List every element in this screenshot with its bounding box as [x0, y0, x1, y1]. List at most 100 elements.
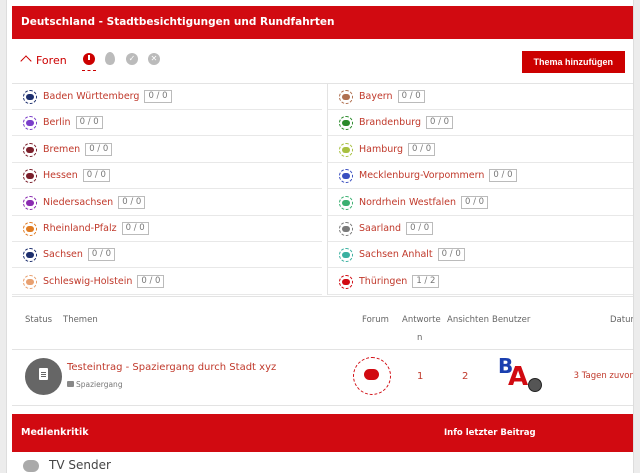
subforum-item[interactable]: Nordrhein Westfalen 0 / 0	[328, 190, 633, 216]
chat-icon	[23, 169, 37, 184]
subforum-name[interactable]: Bayern	[359, 91, 393, 102]
check-icon[interactable]: ✓	[126, 53, 138, 65]
subforum-name[interactable]: Brandenburg	[359, 117, 421, 128]
col-antworten-wrap: n	[417, 333, 423, 343]
document-icon	[39, 368, 48, 380]
topic-tag-label: Spaziergang	[76, 380, 123, 389]
subforum-name[interactable]: Sachsen	[43, 249, 83, 260]
chat-icon	[339, 116, 353, 131]
section-title: Medienkritik	[21, 427, 89, 438]
chat-icon	[339, 195, 353, 210]
subforum-count: 0 / 0	[144, 90, 172, 103]
subforum-name[interactable]: Baden Württemberg	[43, 91, 139, 102]
subforum-tv-label: TV Sender	[49, 458, 111, 472]
chevron-up-icon	[20, 55, 32, 67]
topics-table-header: Status Themen Forum Antworte n Ansichten…	[12, 296, 633, 349]
chat-icon	[23, 222, 37, 236]
chat-icon	[23, 248, 37, 263]
category-header: Deutschland - Stadtbesichtigungen und Ru…	[12, 6, 633, 39]
chat-icon	[23, 274, 37, 289]
subforum-name[interactable]: Mecklenburg-Vorpommern	[359, 170, 484, 181]
subforum-item[interactable]: Niedersachsen 0 / 0	[12, 190, 322, 216]
subforum-count: 1 / 2	[412, 274, 440, 288]
subforum-name[interactable]: Saarland	[359, 223, 401, 234]
subforum-item[interactable]: Brandenburg 0 / 0	[328, 110, 633, 137]
subforum-name[interactable]: Rheinland-Pfalz	[43, 223, 117, 234]
subforum-count: 0 / 0	[461, 195, 489, 209]
subforum-count: 0 / 0	[85, 142, 113, 156]
chat-icon	[23, 195, 37, 210]
subforum-count: 0 / 0	[437, 248, 465, 262]
subforum-name[interactable]: Berlin	[43, 117, 71, 128]
forum-chat-icon[interactable]	[353, 357, 391, 395]
subforum-item[interactable]: Bayern 0 / 0	[328, 84, 633, 110]
subforum-count: 0 / 0	[406, 222, 434, 235]
subforum-item[interactable]: Hamburg 0 / 0	[328, 137, 633, 163]
subforum-tv-sender[interactable]: TV Sender	[23, 458, 111, 472]
col-themen: Themen	[63, 315, 98, 325]
subforum-count: 0 / 0	[121, 222, 149, 235]
chat-icon	[339, 142, 353, 157]
subforum-name[interactable]: Hessen	[43, 170, 78, 181]
subforum-item[interactable]: Hessen 0 / 0	[12, 163, 322, 190]
chat-icon	[339, 248, 353, 263]
topic-title-link[interactable]: Testeintrag - Spaziergang durch Stadt xy…	[67, 362, 276, 373]
chat-icon	[23, 459, 39, 472]
section-info-label: Info letzter Beitrag	[444, 428, 536, 438]
col-datum: Datum	[610, 315, 633, 325]
user-avatar[interactable]: B A	[492, 354, 542, 398]
subforum-count: 0 / 0	[87, 248, 116, 262]
subforum-count: 0 / 0	[137, 274, 165, 288]
flame-icon[interactable]	[105, 52, 115, 65]
answers-count: 1	[417, 371, 424, 382]
subforum-name[interactable]: Hamburg	[359, 144, 403, 155]
subforum-item[interactable]: Rheinland-Pfalz 0 / 0	[12, 216, 322, 242]
subforum-name[interactable]: Nordrhein Westfalen	[359, 197, 456, 208]
subforum-count: 0 / 0	[118, 195, 146, 209]
subforum-name[interactable]: Niedersachsen	[43, 197, 113, 208]
chat-icon	[339, 274, 353, 289]
subforum-count: 0 / 0	[425, 116, 454, 130]
subforum-name[interactable]: Bremen	[43, 144, 80, 155]
subforum-item[interactable]: Thüringen 1 / 2	[328, 269, 633, 295]
foren-toggle[interactable]: Foren	[20, 54, 67, 67]
clock-icon[interactable]	[83, 53, 95, 65]
subforum-item[interactable]: Schleswig-Holstein 0 / 0	[12, 269, 322, 295]
toolbar: Foren ✓ ✕ Thema hinzufügen	[12, 40, 633, 84]
section-header-medienkritik: Medienkritik Info letzter Beitrag	[12, 414, 633, 452]
topic-tag[interactable]: Spaziergang	[67, 380, 123, 389]
subforum-name[interactable]: Sachsen Anhalt	[359, 249, 433, 260]
active-filter-underline	[82, 70, 96, 71]
col-ansichten: Ansichten	[447, 315, 490, 325]
subforum-item[interactable]: Mecklenburg-Vorpommern 0 / 0	[328, 163, 633, 190]
subforum-item[interactable]: Berlin 0 / 0	[12, 110, 322, 137]
chat-icon	[339, 222, 353, 236]
subforum-item[interactable]: Sachsen 0 / 0	[12, 242, 322, 269]
x-icon[interactable]: ✕	[148, 53, 160, 65]
subforum-count: 0 / 0	[75, 116, 103, 130]
tag-icon	[67, 381, 74, 387]
col-antworten: Antworte	[402, 315, 441, 325]
subforum-count: 0 / 0	[489, 169, 517, 183]
forum-page: Deutschland - Stadtbesichtigungen und Ru…	[6, 0, 634, 473]
subforum-item[interactable]: Bremen 0 / 0	[12, 137, 322, 163]
grid-divider	[327, 84, 328, 295]
views-count: 2	[462, 371, 469, 382]
col-status: Status	[25, 315, 53, 325]
col-benutzer: Benutzer	[492, 315, 531, 325]
chat-icon	[23, 142, 37, 157]
subforum-item[interactable]: Baden Württemberg 0 / 0	[12, 84, 322, 110]
subforum-item[interactable]: Sachsen Anhalt 0 / 0	[328, 242, 633, 269]
subforum-count: 0 / 0	[408, 142, 436, 156]
add-topic-button[interactable]: Thema hinzufügen	[521, 51, 625, 73]
chat-icon	[23, 116, 37, 131]
subforum-item[interactable]: Saarland 0 / 0	[328, 216, 633, 242]
subforum-name[interactable]: Schleswig-Holstein	[43, 276, 132, 287]
foren-label: Foren	[36, 54, 67, 67]
status-icon	[25, 358, 62, 395]
subforum-count: 0 / 0	[397, 90, 425, 103]
chat-icon	[23, 90, 37, 104]
category-title: Deutschland - Stadtbesichtigungen und Ru…	[21, 16, 335, 28]
subforum-name[interactable]: Thüringen	[359, 276, 407, 287]
topic-date[interactable]: 3 Tagen zuvor	[574, 371, 633, 381]
